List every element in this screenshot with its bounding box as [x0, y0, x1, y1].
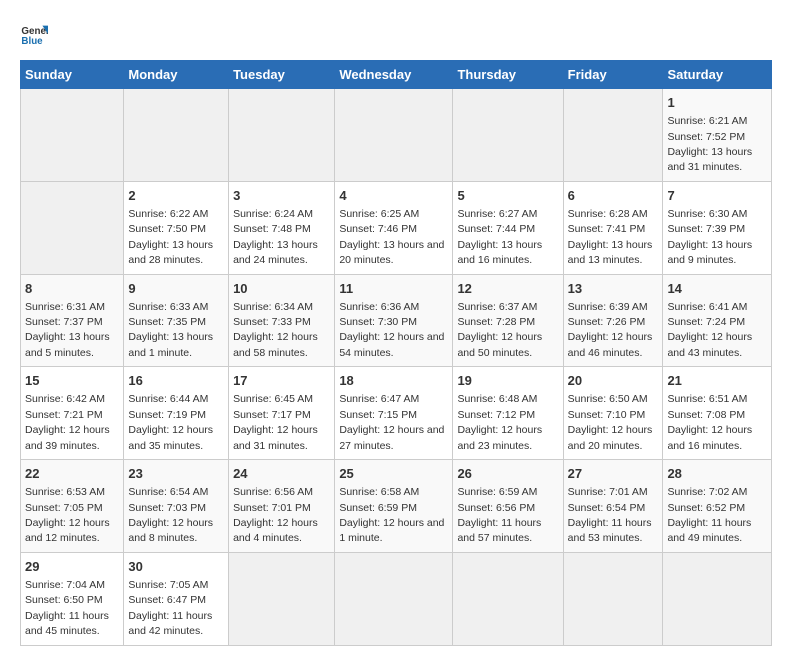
day-cell-27: 27Sunrise: 7:01 AMSunset: 6:54 PMDayligh… [563, 460, 663, 553]
header-row: SundayMondayTuesdayWednesdayThursdayFrid… [21, 61, 772, 89]
day-cell-24: 24Sunrise: 6:56 AMSunset: 7:01 PMDayligh… [229, 460, 335, 553]
empty-cell [453, 552, 563, 645]
day-cell-28: 28Sunrise: 7:02 AMSunset: 6:52 PMDayligh… [663, 460, 772, 553]
calendar-week-2: 2Sunrise: 6:22 AMSunset: 7:50 PMDaylight… [21, 181, 772, 274]
calendar-week-4: 15Sunrise: 6:42 AMSunset: 7:21 PMDayligh… [21, 367, 772, 460]
day-cell-14: 14Sunrise: 6:41 AMSunset: 7:24 PMDayligh… [663, 274, 772, 367]
day-cell-1: 1Sunrise: 6:21 AMSunset: 7:52 PMDaylight… [663, 89, 772, 182]
day-cell-23: 23Sunrise: 6:54 AMSunset: 7:03 PMDayligh… [124, 460, 229, 553]
calendar-week-6: 29Sunrise: 7:04 AMSunset: 6:50 PMDayligh… [21, 552, 772, 645]
column-header-thursday: Thursday [453, 61, 563, 89]
calendar-week-5: 22Sunrise: 6:53 AMSunset: 7:05 PMDayligh… [21, 460, 772, 553]
day-cell-9: 9Sunrise: 6:33 AMSunset: 7:35 PMDaylight… [124, 274, 229, 367]
empty-cell [563, 552, 663, 645]
day-cell-20: 20Sunrise: 6:50 AMSunset: 7:10 PMDayligh… [563, 367, 663, 460]
logo-icon: General Blue [20, 20, 48, 48]
day-cell-26: 26Sunrise: 6:59 AMSunset: 6:56 PMDayligh… [453, 460, 563, 553]
day-cell-17: 17Sunrise: 6:45 AMSunset: 7:17 PMDayligh… [229, 367, 335, 460]
day-cell-25: 25Sunrise: 6:58 AMSunset: 6:59 PMDayligh… [335, 460, 453, 553]
day-cell-10: 10Sunrise: 6:34 AMSunset: 7:33 PMDayligh… [229, 274, 335, 367]
empty-cell [124, 89, 229, 182]
empty-cell [21, 181, 124, 274]
day-cell-12: 12Sunrise: 6:37 AMSunset: 7:28 PMDayligh… [453, 274, 563, 367]
day-cell-29: 29Sunrise: 7:04 AMSunset: 6:50 PMDayligh… [21, 552, 124, 645]
logo: General Blue [20, 20, 48, 48]
day-cell-11: 11Sunrise: 6:36 AMSunset: 7:30 PMDayligh… [335, 274, 453, 367]
empty-cell [21, 89, 124, 182]
day-cell-5: 5Sunrise: 6:27 AMSunset: 7:44 PMDaylight… [453, 181, 563, 274]
empty-cell [335, 89, 453, 182]
calendar-week-3: 8Sunrise: 6:31 AMSunset: 7:37 PMDaylight… [21, 274, 772, 367]
day-cell-19: 19Sunrise: 6:48 AMSunset: 7:12 PMDayligh… [453, 367, 563, 460]
day-cell-22: 22Sunrise: 6:53 AMSunset: 7:05 PMDayligh… [21, 460, 124, 553]
day-cell-13: 13Sunrise: 6:39 AMSunset: 7:26 PMDayligh… [563, 274, 663, 367]
day-cell-18: 18Sunrise: 6:47 AMSunset: 7:15 PMDayligh… [335, 367, 453, 460]
day-cell-6: 6Sunrise: 6:28 AMSunset: 7:41 PMDaylight… [563, 181, 663, 274]
column-header-friday: Friday [563, 61, 663, 89]
day-cell-21: 21Sunrise: 6:51 AMSunset: 7:08 PMDayligh… [663, 367, 772, 460]
empty-cell [335, 552, 453, 645]
empty-cell [663, 552, 772, 645]
column-header-monday: Monday [124, 61, 229, 89]
day-cell-16: 16Sunrise: 6:44 AMSunset: 7:19 PMDayligh… [124, 367, 229, 460]
empty-cell [229, 552, 335, 645]
column-header-wednesday: Wednesday [335, 61, 453, 89]
day-cell-3: 3Sunrise: 6:24 AMSunset: 7:48 PMDaylight… [229, 181, 335, 274]
day-cell-7: 7Sunrise: 6:30 AMSunset: 7:39 PMDaylight… [663, 181, 772, 274]
empty-cell [453, 89, 563, 182]
column-header-tuesday: Tuesday [229, 61, 335, 89]
day-cell-8: 8Sunrise: 6:31 AMSunset: 7:37 PMDaylight… [21, 274, 124, 367]
day-cell-15: 15Sunrise: 6:42 AMSunset: 7:21 PMDayligh… [21, 367, 124, 460]
column-header-sunday: Sunday [21, 61, 124, 89]
column-header-saturday: Saturday [663, 61, 772, 89]
day-cell-2: 2Sunrise: 6:22 AMSunset: 7:50 PMDaylight… [124, 181, 229, 274]
calendar-table: SundayMondayTuesdayWednesdayThursdayFrid… [20, 60, 772, 646]
calendar-week-1: 1Sunrise: 6:21 AMSunset: 7:52 PMDaylight… [21, 89, 772, 182]
svg-text:Blue: Blue [21, 36, 43, 47]
day-cell-4: 4Sunrise: 6:25 AMSunset: 7:46 PMDaylight… [335, 181, 453, 274]
day-cell-30: 30Sunrise: 7:05 AMSunset: 6:47 PMDayligh… [124, 552, 229, 645]
empty-cell [229, 89, 335, 182]
empty-cell [563, 89, 663, 182]
